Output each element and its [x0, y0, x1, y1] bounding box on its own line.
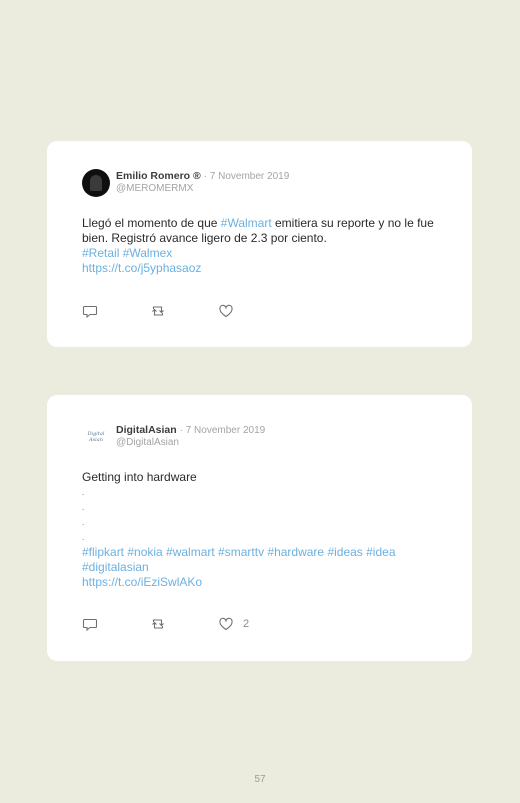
- text-dot: .: [82, 518, 85, 527]
- like-button[interactable]: [218, 303, 243, 319]
- retweet-button[interactable]: [150, 303, 166, 319]
- tweet-card: Digital Asian DigitalAsian · 7 November …: [47, 395, 472, 661]
- avatar[interactable]: [82, 169, 110, 197]
- tweet-date: · 7 November 2019: [203, 171, 290, 182]
- tweet-text: Getting into hardware . . . . #flipkart …: [82, 470, 442, 590]
- like-count: 2: [243, 618, 250, 630]
- like-button[interactable]: 2: [218, 616, 249, 632]
- text-dot: .: [82, 533, 85, 542]
- hashtag-list[interactable]: #Retail #Walmex: [82, 246, 442, 261]
- heart-icon: [219, 304, 233, 318]
- page-number: 57: [254, 774, 266, 785]
- tweet-actions: 2: [82, 616, 282, 632]
- tweet-text: Llegó el momento de que #Walmart emitier…: [82, 216, 442, 276]
- retweet-icon: [152, 306, 164, 316]
- reply-icon: [82, 305, 98, 319]
- tweet-header: Digital Asian DigitalAsian · 7 November …: [82, 423, 462, 453]
- retweet-button[interactable]: [150, 616, 166, 632]
- hashtag-list[interactable]: #flipkart #nokia #walmart #smarttv #hard…: [82, 545, 442, 575]
- hashtag-link[interactable]: #Walmart: [221, 216, 272, 230]
- reply-button[interactable]: [82, 303, 98, 319]
- tweet-date: · 7 November 2019: [179, 425, 266, 436]
- author-handle[interactable]: @DigitalAsian: [116, 437, 179, 448]
- text-dot: .: [82, 503, 85, 512]
- avatar-logo-text: Asian: [89, 437, 103, 443]
- text-dot: .: [82, 488, 85, 497]
- avatar[interactable]: Digital Asian: [82, 423, 110, 451]
- author-name[interactable]: DigitalAsian: [116, 424, 177, 436]
- author-name[interactable]: Emilio Romero ®: [116, 170, 201, 182]
- tweet-actions: [82, 303, 282, 319]
- author-handle[interactable]: @MEROMERMX: [116, 183, 193, 194]
- reply-icon: [82, 618, 98, 632]
- tweet-card: Emilio Romero ® · 7 November 2019 @MEROM…: [47, 141, 472, 347]
- heart-icon: [219, 617, 233, 631]
- tweet-url[interactable]: https://t.co/j5yphasaoz: [82, 261, 442, 276]
- tweet-header: Emilio Romero ® · 7 November 2019 @MEROM…: [82, 169, 462, 199]
- retweet-icon: [152, 619, 164, 629]
- tweet-url[interactable]: https://t.co/iEziSwlAKo: [82, 575, 442, 590]
- reply-button[interactable]: [82, 616, 98, 632]
